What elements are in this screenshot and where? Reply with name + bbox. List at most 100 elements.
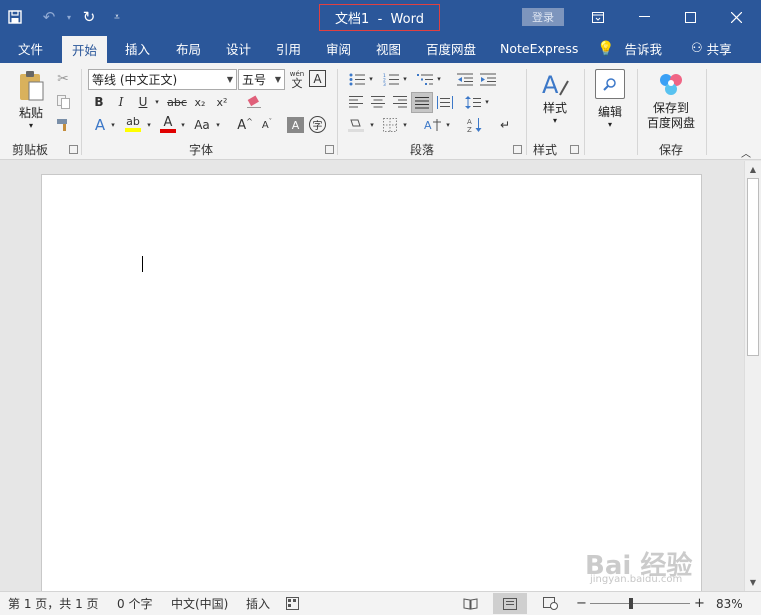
bold-button[interactable]: B [90,93,108,111]
save-icon[interactable] [0,0,30,34]
macro-record-icon[interactable] [286,592,299,615]
print-layout-icon[interactable] [493,593,527,614]
align-right-icon[interactable] [390,93,410,111]
tell-me-button[interactable]: 💡 告诉我 [597,34,662,63]
editing-button[interactable]: 编辑 ▾ [592,69,628,129]
decrease-indent-icon[interactable] [455,70,475,88]
chinese-layout-icon[interactable]: A [423,116,443,134]
shading-icon[interactable] [345,116,367,134]
bullets-dropdown-icon[interactable]: ▾ [367,70,375,88]
undo-dropdown-icon[interactable]: ▾ [64,0,74,34]
enclose-characters-icon[interactable]: 字 [309,116,326,133]
phonetic-guide-button[interactable]: wén 文 [288,68,306,90]
show-paragraph-marks-icon[interactable]: ↵ [497,116,513,134]
line-spacing-dropdown-icon[interactable]: ▾ [483,93,491,111]
justify-icon[interactable] [411,92,433,113]
undo-icon[interactable]: ↶ [34,0,64,34]
copy-icon[interactable] [53,92,73,112]
format-painter-icon[interactable] [53,115,73,135]
zoom-level[interactable]: 83% [716,592,743,615]
underline-dropdown-icon[interactable]: ▾ [153,93,161,111]
increase-indent-icon[interactable] [478,70,498,88]
redo-icon[interactable]: ↻ [74,0,104,34]
multilevel-dropdown-icon[interactable]: ▾ [435,70,443,88]
font-name-combo[interactable]: 等线 (中文正文) ▼ [88,69,237,90]
character-border-icon[interactable]: A [309,70,326,87]
borders-icon[interactable] [380,116,400,134]
chinese-layout-dropdown-icon[interactable]: ▾ [444,116,452,134]
tab-references[interactable]: 引用 [276,34,301,63]
tab-home[interactable]: 开始 [62,36,108,63]
zoom-slider-track[interactable] [590,603,690,604]
borders-dropdown-icon[interactable]: ▾ [401,116,409,134]
scroll-up-icon[interactable]: ▲ [745,161,761,177]
save-to-baidu-button[interactable]: 保存到 百度网盘 [643,71,699,131]
numbering-icon[interactable]: 123 [381,70,401,88]
vertical-scrollbar[interactable]: ▲ ▼ [744,161,761,591]
language-indicator[interactable]: 中文(中国) [171,592,228,615]
scroll-thumb[interactable] [747,178,759,356]
minimize-icon[interactable] [621,0,667,34]
scroll-down-icon[interactable]: ▼ [745,574,761,590]
cut-icon[interactable]: ✂ [53,69,73,89]
character-shading-icon[interactable]: A [287,117,304,133]
clear-formatting-icon[interactable] [244,93,264,111]
sort-icon[interactable]: AZ [465,115,485,135]
font-size-combo[interactable]: 五号 ▼ [238,69,285,90]
italic-button[interactable]: I [112,93,130,111]
tab-review[interactable]: 审阅 [326,34,351,63]
subscript-button[interactable]: x₂ [191,93,209,111]
maximize-icon[interactable] [667,0,713,34]
font-launcher-icon[interactable] [325,145,334,154]
read-mode-icon[interactable] [463,592,478,615]
customize-qat-icon[interactable]: ⩡ [104,0,130,34]
strikethrough-button[interactable]: abc [166,93,188,111]
text-effects-dropdown-icon[interactable]: ▾ [109,116,117,134]
share-button[interactable]: ⚇ 共享 [691,34,732,63]
shrink-font-button[interactable]: Aˇ [258,116,276,134]
change-case-dropdown-icon[interactable]: ▾ [214,116,222,134]
align-left-icon[interactable] [346,93,366,111]
distributed-icon[interactable] [435,93,455,111]
numbering-dropdown-icon[interactable]: ▾ [401,70,409,88]
highlight-color-button[interactable]: ab [123,114,143,134]
align-center-icon[interactable] [368,93,388,111]
zoom-out-button[interactable]: − [576,592,587,615]
zoom-slider-thumb[interactable] [629,598,633,609]
superscript-button[interactable]: x² [213,93,231,111]
chevron-down-icon: ▼ [226,75,233,84]
zoom-in-button[interactable]: + [694,592,705,615]
login-button[interactable]: 登录 [522,8,564,26]
highlight-dropdown-icon[interactable]: ▾ [145,116,153,134]
tab-insert[interactable]: 插入 [125,34,150,63]
tab-noteexpress[interactable]: NoteExpress [500,34,578,63]
font-color-button[interactable]: A [158,114,178,134]
underline-button[interactable]: U [134,93,152,111]
page-count[interactable]: 第 1 页，共 1 页 [8,592,99,615]
text-effects-icon[interactable]: A [91,116,109,134]
paste-button[interactable]: 粘贴 ▾ [12,69,50,130]
collapse-ribbon-icon[interactable]: ︿ [739,146,753,160]
font-color-dropdown-icon[interactable]: ▾ [179,116,187,134]
close-icon[interactable] [713,0,759,34]
grow-font-button[interactable]: A ^ [236,116,254,134]
word-count[interactable]: 0 个字 [117,592,152,615]
tab-layout[interactable]: 布局 [176,34,201,63]
line-spacing-icon[interactable] [463,93,483,111]
styles-launcher-icon[interactable] [570,145,579,154]
clipboard-launcher-icon[interactable] [69,145,78,154]
multilevel-list-icon[interactable] [415,70,435,88]
styles-button[interactable]: A 样式 ▾ [533,69,577,125]
insert-mode-indicator[interactable]: 插入 [246,592,270,615]
ribbon-display-options-icon[interactable] [575,0,621,34]
tab-baidu-netdisk[interactable]: 百度网盘 [426,34,476,63]
web-layout-icon[interactable] [543,592,558,615]
document-page[interactable] [41,174,702,591]
bullets-icon[interactable] [347,70,367,88]
paragraph-launcher-icon[interactable] [513,145,522,154]
tab-design[interactable]: 设计 [226,34,251,63]
shading-dropdown-icon[interactable]: ▾ [368,116,376,134]
tab-file[interactable]: 文件 [18,34,43,63]
tab-view[interactable]: 视图 [376,34,401,63]
change-case-button[interactable]: Aa [192,116,212,134]
